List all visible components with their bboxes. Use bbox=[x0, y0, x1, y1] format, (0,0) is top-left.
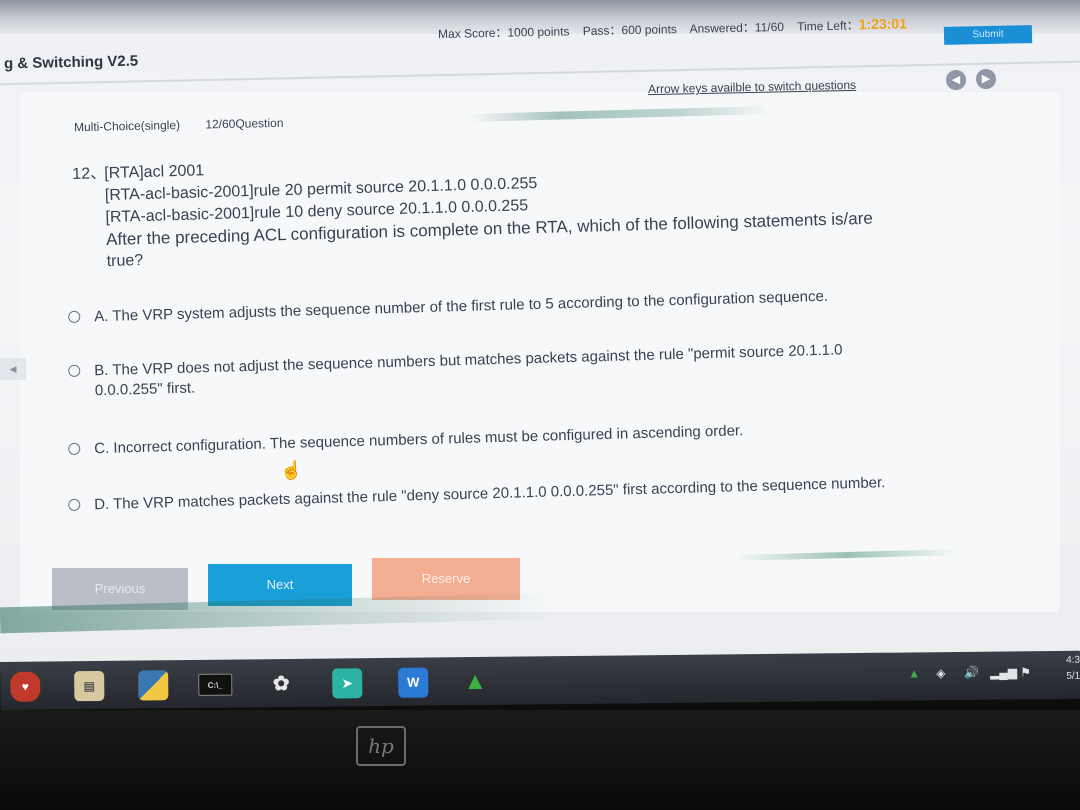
radio-button[interactable] bbox=[68, 442, 81, 455]
drive-icon[interactable]: ▲ bbox=[460, 667, 490, 697]
header-divider bbox=[0, 60, 1080, 86]
taskbar: ♥ ▤ C:\_ ✿ ➤ W ▲ ▲ ◈ 🔊 ▂▄▆ ⚑ 4:3 5/1 bbox=[0, 650, 1080, 710]
radio-button[interactable] bbox=[68, 310, 81, 323]
submit-button[interactable]: Submit bbox=[943, 25, 1033, 45]
side-collapse-tab[interactable]: ◀ bbox=[0, 358, 26, 380]
signal-icon[interactable]: ▂▄▆ bbox=[990, 665, 1017, 679]
hand-cursor-icon: ☝ bbox=[280, 460, 303, 480]
network-icon[interactable]: ◈ bbox=[936, 666, 945, 680]
app-title: g & Switching V2.5 bbox=[3, 52, 139, 73]
radio-button[interactable] bbox=[68, 498, 81, 511]
app-shield-icon[interactable]: ♥ bbox=[10, 671, 41, 702]
forward-arrow-icon[interactable]: ➤ bbox=[332, 668, 363, 699]
next-question-button[interactable]: ▶ bbox=[976, 69, 996, 89]
question-progress: 12/60Question bbox=[205, 115, 284, 132]
time-left-label: Time Left： bbox=[796, 18, 859, 34]
time-left: Time Left：1:23:01 bbox=[796, 15, 917, 34]
tray-up-arrow-icon[interactable]: ▲ bbox=[908, 666, 920, 680]
exam-screen: g & Switching V2.5 Max Score：1000 points… bbox=[0, 0, 1080, 668]
volume-icon[interactable]: 🔊 bbox=[964, 666, 979, 680]
clock[interactable]: 4:3 5/1 bbox=[1052, 653, 1080, 685]
time-left-value: 1:23:01 bbox=[858, 15, 908, 33]
clock-time: 4:3 bbox=[1066, 654, 1080, 666]
question-number: 12、 bbox=[72, 165, 107, 183]
monitor-bezel bbox=[0, 710, 1080, 810]
network-tool-icon[interactable]: ✿ bbox=[266, 669, 296, 699]
terminal-icon[interactable]: C:\_ bbox=[198, 673, 233, 696]
clock-date: 5/1 bbox=[1066, 670, 1080, 682]
hp-logo: hp bbox=[356, 726, 406, 766]
prev-question-button[interactable]: ◀ bbox=[946, 70, 966, 90]
answered-count: Answered：11/60 bbox=[689, 19, 785, 36]
word-icon[interactable]: W bbox=[398, 667, 429, 698]
python-icon[interactable] bbox=[138, 670, 169, 701]
flag-icon[interactable]: ⚑ bbox=[1020, 665, 1031, 679]
question-type: Multi-Choice(single) bbox=[73, 117, 181, 135]
chevron-right-icon: ▶ bbox=[981, 73, 991, 85]
file-manager-icon[interactable]: ▤ bbox=[74, 670, 105, 702]
chevron-left-icon: ◀ bbox=[951, 74, 961, 86]
pass-score: Pass：600 points bbox=[582, 22, 677, 39]
radio-button[interactable] bbox=[68, 364, 81, 377]
max-score: Max Score：1000 points bbox=[437, 24, 570, 42]
